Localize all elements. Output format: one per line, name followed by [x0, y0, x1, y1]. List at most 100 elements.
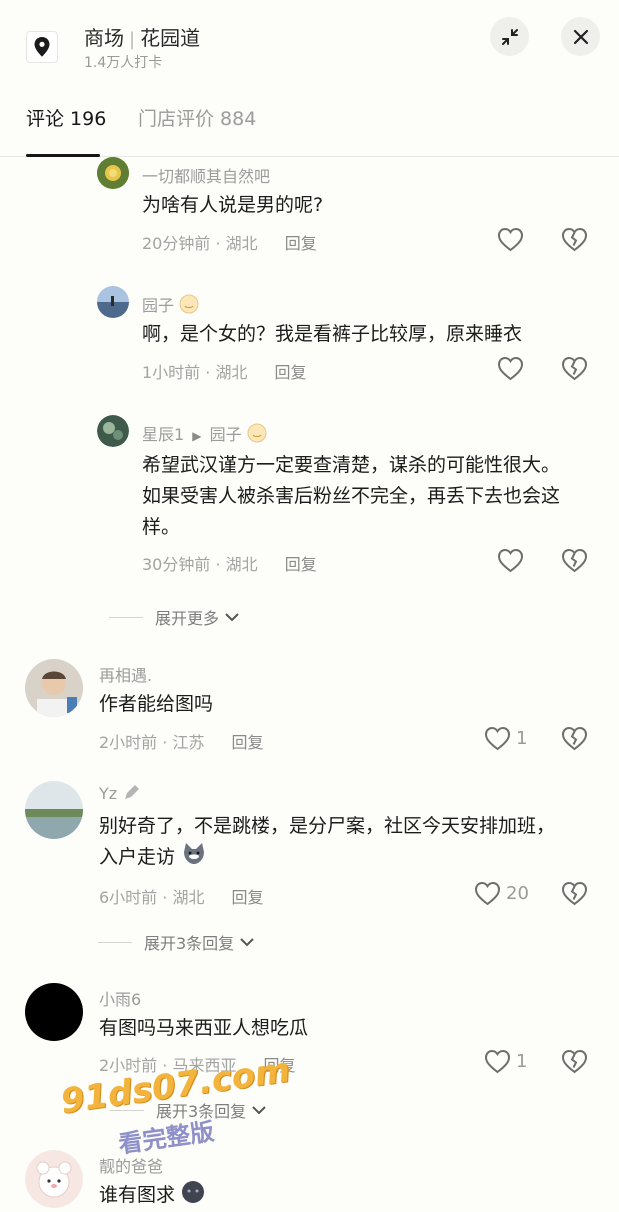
expand-replies-button[interactable]: 展开3条回复 — [98, 930, 256, 954]
expand-more-label: 展开更多 — [155, 609, 220, 628]
divider-line — [98, 941, 132, 943]
expand-replies-label: 展开3条回复 — [144, 934, 235, 953]
comment-text: 为啥有人说是男的呢? — [142, 194, 324, 216]
username-text: 园子 — [142, 296, 175, 315]
heart-icon — [484, 726, 511, 751]
comment-meta: 2小时前 · 江苏 回复 — [99, 729, 264, 753]
location-pin-icon — [26, 31, 58, 63]
dislike-button[interactable] — [561, 726, 588, 751]
username-text: Yz — [99, 784, 118, 803]
heart-icon — [497, 356, 524, 381]
dislike-button[interactable] — [561, 881, 588, 906]
avatar[interactable] — [25, 659, 83, 717]
location-place: 花园道 — [140, 26, 201, 50]
expand-more-button[interactable]: 展开更多 — [109, 605, 241, 629]
tab-comments[interactable]: 评论 196 — [26, 104, 106, 131]
username-text: 星辰1 — [142, 425, 185, 444]
comment-username[interactable]: 园子 — [142, 292, 199, 318]
dislike-button[interactable] — [561, 227, 588, 252]
broken-heart-icon — [561, 1049, 588, 1074]
like-count: 1 — [516, 728, 528, 749]
comment-time: 2小时前 · 江苏 — [99, 733, 205, 752]
avatar[interactable] — [25, 1150, 83, 1208]
heart-icon — [474, 881, 501, 906]
dislike-button[interactable] — [561, 1049, 588, 1074]
comment-username[interactable]: Yz — [99, 784, 140, 803]
chevron-down-icon — [252, 1106, 266, 1115]
broken-heart-icon — [561, 227, 588, 252]
reply-button[interactable]: 回复 — [285, 234, 317, 253]
comment-meta: 20分钟前 · 湖北 回复 — [142, 230, 317, 254]
emoji-icon — [179, 294, 199, 318]
minimize-button[interactable] — [490, 17, 529, 56]
like-button[interactable]: 20 — [474, 881, 529, 906]
pen-icon — [125, 785, 140, 799]
comment-time: 30分钟前 · 湖北 — [142, 555, 258, 574]
avatar[interactable] — [97, 286, 129, 318]
comment-username[interactable]: 星辰1 ▶ 园子 — [142, 421, 267, 447]
reply-button[interactable]: 回复 — [232, 733, 264, 752]
comment-meta: 30分钟前 · 湖北 回复 — [142, 551, 317, 575]
like-count: 1 — [516, 1051, 528, 1072]
avatar[interactable] — [25, 781, 83, 839]
comment-username[interactable]: 一切都顺其自然吧 — [142, 163, 270, 187]
comment-line: 入户走访 — [99, 842, 599, 876]
close-button[interactable] — [561, 17, 600, 56]
location-title[interactable]: 商场 | 花园道 — [84, 22, 200, 51]
comment-time: 6小时前 · 湖北 — [99, 888, 205, 907]
dark-face-emoji-icon — [181, 1180, 205, 1212]
comment-username[interactable]: 再相遇. — [99, 662, 152, 686]
chevron-down-icon — [240, 938, 254, 947]
reply-to-username[interactable]: 园子 — [210, 425, 242, 444]
comment-meta: 1小时前 · 湖北 回复 — [142, 359, 307, 383]
emoji-icon — [247, 423, 267, 447]
reply-button[interactable]: 回复 — [232, 888, 264, 907]
comment-text: 作者能给图吗 — [99, 693, 214, 715]
heart-icon — [497, 548, 524, 573]
location-name: 商场 — [84, 26, 124, 50]
comment-text: 谁有图求 — [99, 1180, 205, 1212]
divider-line — [109, 616, 143, 618]
like-button[interactable] — [497, 548, 524, 573]
comment-meta: 6小时前 · 湖北 回复 — [99, 884, 264, 908]
checkin-count: 1.4万人打卡 — [84, 55, 163, 71]
comment-time: 20分钟前 · 湖北 — [142, 234, 258, 253]
comment-text: 啊，是个女的？我是看裤子比较厚，原来睡衣 — [142, 323, 523, 345]
heart-icon — [484, 1049, 511, 1074]
comment-line: 样。 — [142, 516, 181, 538]
dislike-button[interactable] — [561, 548, 588, 573]
comment-line-text: 入户走访 — [99, 846, 176, 868]
heart-icon — [497, 227, 524, 252]
comment-username[interactable]: 小雨6 — [99, 986, 141, 1010]
broken-heart-icon — [561, 548, 588, 573]
comment-text: 有图吗马来西亚人想吃瓜 — [99, 1017, 309, 1039]
comment-text: 别好奇了，不是跳楼，是分尸案，社区今天安排加班， 入户走访 — [99, 811, 599, 876]
like-button[interactable] — [497, 227, 524, 252]
like-count: 20 — [506, 883, 529, 904]
reply-button[interactable]: 回复 — [275, 363, 307, 382]
comment-line: 别好奇了，不是跳楼，是分尸案，社区今天安排加班， — [99, 815, 556, 837]
location-header: 商场 | 花园道 1.4万人打卡 评论 196 门店评价 884 — [0, 0, 619, 157]
avatar[interactable] — [97, 415, 129, 447]
avatar[interactable] — [25, 983, 83, 1041]
reply-arrow-icon: ▶ — [192, 429, 202, 443]
tab-bar: 评论 196 门店评价 884 — [0, 100, 619, 157]
active-tab-indicator — [26, 154, 100, 157]
avatar[interactable] — [97, 157, 129, 189]
comment-text-body: 谁有图求 — [99, 1184, 176, 1206]
like-button[interactable]: 1 — [484, 726, 527, 751]
comments-page: 商场 | 花园道 1.4万人打卡 评论 196 门店评价 884 一切都顺其自然吧 … — [0, 0, 619, 1212]
broken-heart-icon — [561, 356, 588, 381]
husky-emoji-icon — [181, 842, 207, 876]
tab-store-reviews[interactable]: 门店评价 884 — [138, 104, 256, 131]
reply-button[interactable]: 回复 — [285, 555, 317, 574]
comment-time: 1小时前 · 湖北 — [142, 363, 248, 382]
like-button[interactable] — [497, 356, 524, 381]
comment-text: 希望武汉谨方一定要查清楚，谋杀的可能性很大。 如果受害人被杀害后粉丝不完全，再丢… — [142, 450, 602, 543]
like-button[interactable]: 1 — [484, 1049, 527, 1074]
close-icon — [573, 29, 588, 44]
dislike-button[interactable] — [561, 356, 588, 381]
comment-line: 如果受害人被杀害后粉丝不完全，再丢下去也会这 — [142, 485, 561, 507]
broken-heart-icon — [561, 881, 588, 906]
chevron-down-icon — [225, 613, 239, 622]
